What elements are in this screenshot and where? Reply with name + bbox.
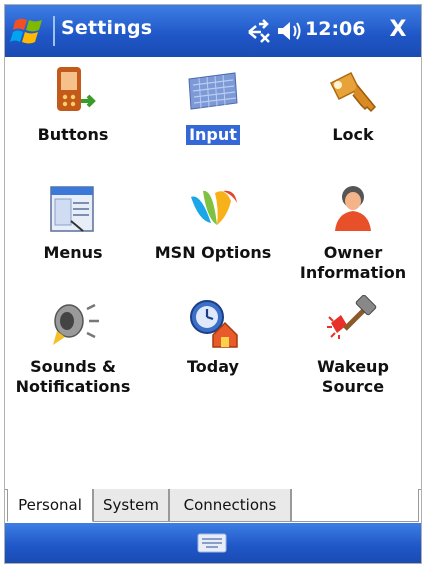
today-icon xyxy=(190,300,238,348)
title-separator xyxy=(53,16,55,46)
owner-information-icon xyxy=(335,186,371,231)
buttons-icon xyxy=(57,67,96,111)
tab-personal[interactable]: Personal xyxy=(7,489,93,522)
settings-item-label-line2: Information xyxy=(299,263,407,282)
sounds-notifications-icon xyxy=(53,303,99,345)
settings-item-owner-information[interactable]: Owner Information xyxy=(285,181,421,283)
settings-item-sounds-notifications[interactable]: Sounds & Notifications xyxy=(5,295,141,397)
title-bar: Settings 12:06 X xyxy=(5,5,421,57)
settings-item-label: Buttons xyxy=(37,125,109,144)
settings-item-label: MSN Options xyxy=(154,243,272,262)
settings-item-label: Today xyxy=(187,357,239,376)
settings-item-label: Menus xyxy=(43,243,103,262)
settings-item-label-line2: Notifications xyxy=(15,377,131,396)
device-screen: Settings 12:06 X Buttons Input Lock Menu… xyxy=(4,4,422,564)
tab-bar: Personal System Connections xyxy=(5,489,421,526)
settings-item-label: Owner xyxy=(323,243,383,262)
clock[interactable]: 12:06 xyxy=(305,18,365,40)
settings-item-label: Wakeup xyxy=(317,357,389,376)
settings-item-label: Lock xyxy=(332,125,374,144)
menus-icon xyxy=(50,186,94,232)
volume-icon[interactable] xyxy=(275,18,303,48)
msn-options-icon xyxy=(191,190,237,225)
wakeup-source-icon xyxy=(327,295,377,339)
settings-item-msn-options[interactable]: MSN Options xyxy=(145,181,281,263)
settings-item-buttons[interactable]: Buttons xyxy=(5,63,141,145)
settings-item-today[interactable]: Today xyxy=(145,295,281,377)
tab-system[interactable]: System xyxy=(93,489,169,522)
settings-item-wakeup-source[interactable]: Wakeup Source xyxy=(285,295,421,397)
settings-grid: Buttons Input Lock Menus MSN Options Own… xyxy=(5,57,421,489)
close-button[interactable]: X xyxy=(383,15,413,45)
tab-bar-filler xyxy=(291,489,419,522)
settings-item-label: Sounds & xyxy=(30,357,116,376)
keyboard-icon[interactable] xyxy=(197,533,227,553)
settings-item-label: Input xyxy=(186,125,240,145)
lock-icon xyxy=(329,71,377,113)
connectivity-icon[interactable] xyxy=(245,18,273,48)
app-title: Settings xyxy=(61,17,153,39)
settings-item-menus[interactable]: Menus xyxy=(5,181,141,263)
windows-start-icon[interactable] xyxy=(9,11,49,51)
settings-item-input[interactable]: Input xyxy=(145,63,281,145)
input-icon xyxy=(188,72,238,110)
bottom-menu-bar xyxy=(5,523,421,563)
settings-item-label-line2: Source xyxy=(321,377,385,396)
tab-connections[interactable]: Connections xyxy=(169,489,291,522)
settings-item-lock[interactable]: Lock xyxy=(285,63,421,145)
